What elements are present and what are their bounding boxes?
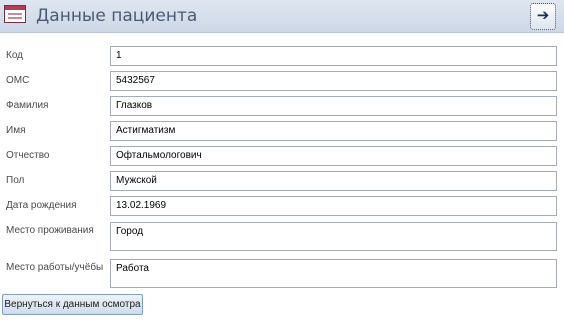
form-title: Данные пациента	[36, 6, 198, 26]
residence-field[interactable]: Город	[110, 222, 557, 251]
work-study-field[interactable]: Работа	[110, 259, 557, 288]
label-work-study: Место работы/учёбы	[6, 262, 104, 273]
label-sex: Пол	[6, 175, 25, 186]
label-patronymic: Отчество	[6, 150, 50, 161]
label-residence: Место проживания	[6, 225, 94, 236]
form-header: Данные пациента ➔	[0, 0, 564, 33]
birth-date-field[interactable]: 13.02.1969	[110, 196, 557, 216]
arrow-right-icon: ➔	[536, 7, 550, 24]
label-birth-date: Дата рождения	[6, 200, 77, 211]
label-name: Имя	[6, 125, 26, 136]
patronymic-field[interactable]: Офтальмологович	[110, 146, 557, 166]
surname-field[interactable]: Глазков	[110, 96, 557, 116]
next-record-button[interactable]: ➔	[530, 3, 556, 30]
label-surname: Фамилия	[6, 100, 49, 111]
back-to-examination-button[interactable]: Вернуться к данным осмотра	[2, 294, 143, 315]
oms-field[interactable]: 5432567	[110, 71, 557, 91]
sex-field[interactable]: Мужской	[110, 171, 557, 191]
name-field[interactable]: Астигматизм	[110, 121, 557, 141]
label-code: Код	[6, 50, 24, 61]
code-field[interactable]: 1	[110, 46, 557, 66]
form-icon	[4, 5, 26, 23]
label-oms: ОМС	[6, 75, 30, 86]
